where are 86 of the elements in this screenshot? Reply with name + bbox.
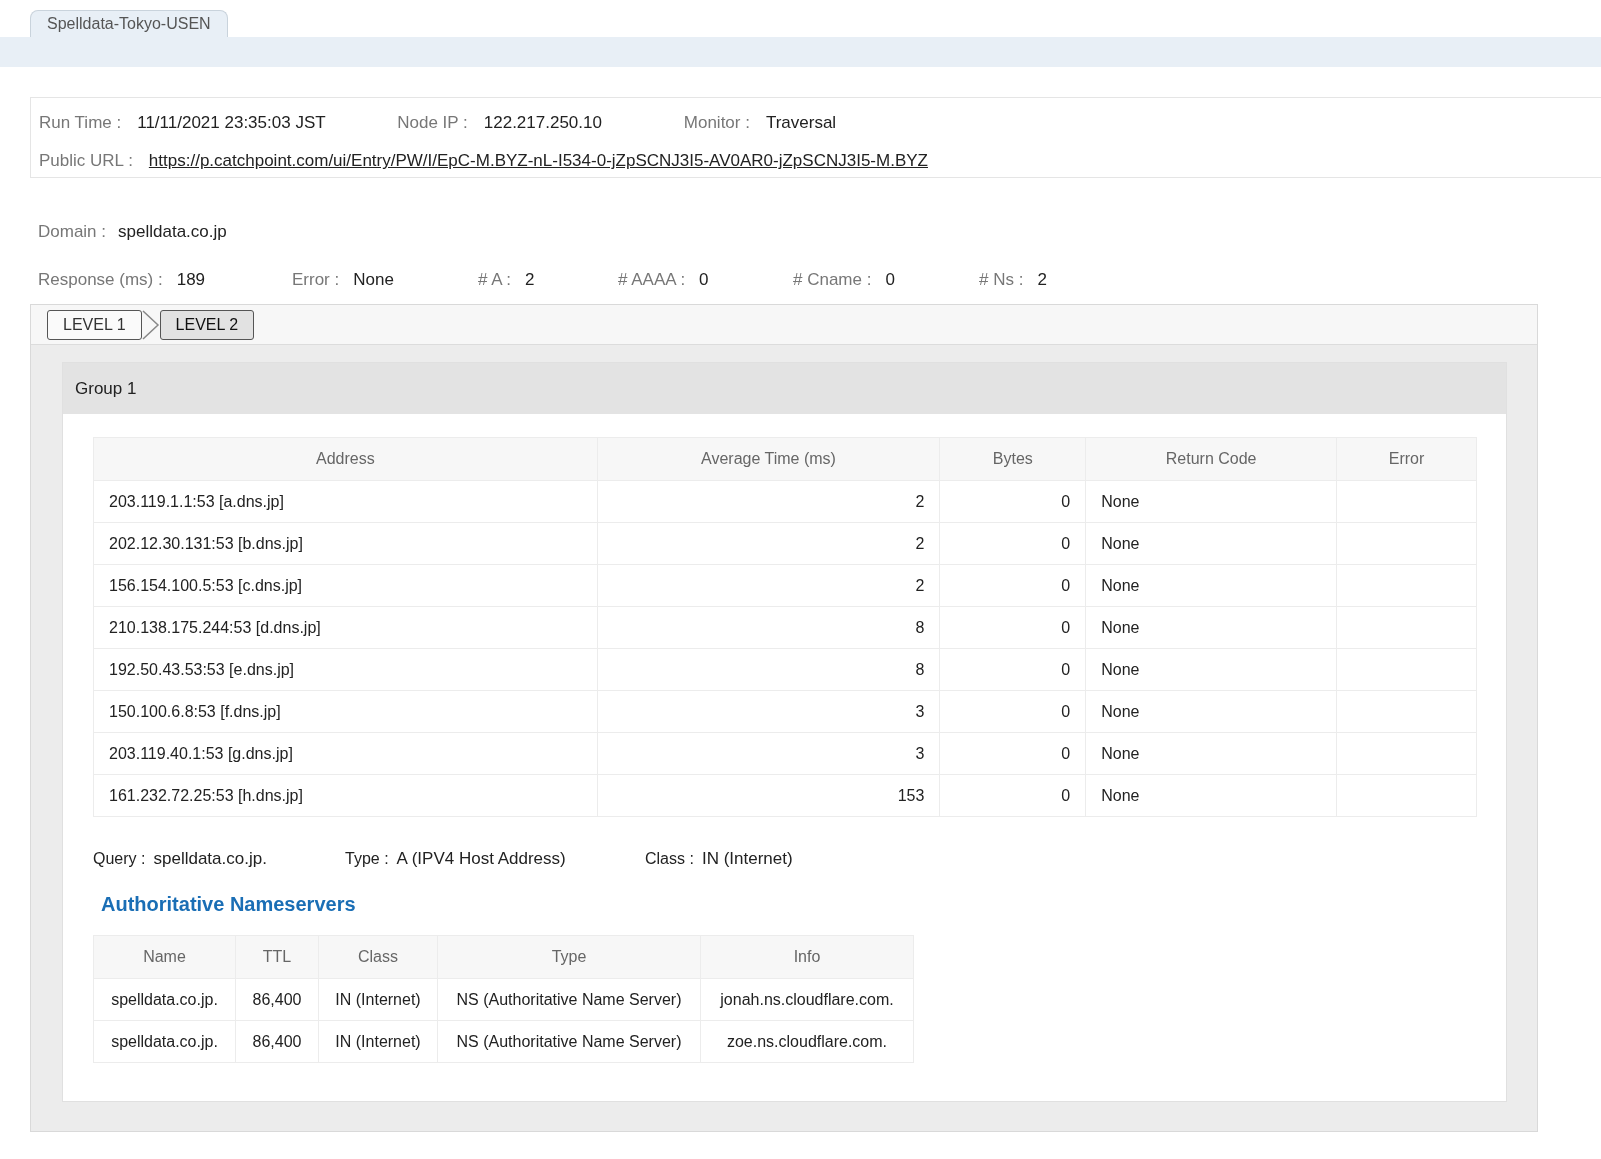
column-header: Info — [700, 935, 914, 979]
monitor-label: Monitor : — [683, 112, 750, 135]
column-header: Return Code — [1085, 437, 1337, 481]
breadcrumb-level[interactable]: LEVEL 2 — [159, 309, 255, 340]
table-cell: 2 — [597, 522, 940, 565]
query-value: spelldata.co.jp. — [153, 848, 267, 871]
column-header: Address — [93, 437, 598, 481]
column-header: Average Time (ms) — [597, 437, 940, 481]
stat-label: Error : — [292, 269, 340, 292]
table-cell: 0 — [939, 564, 1086, 607]
table-cell: 0 — [939, 522, 1086, 565]
table-cell: 153 — [597, 774, 940, 817]
table-cell: 2 — [597, 480, 940, 523]
public-url-label: Public URL : — [39, 150, 133, 173]
table-cell: zoe.ns.cloudflare.com. — [700, 1020, 914, 1063]
query-label: Class : — [645, 849, 694, 869]
table-cell: 86,400 — [235, 1020, 319, 1063]
table-cell: None — [1085, 606, 1337, 649]
stat-value: 189 — [176, 269, 206, 292]
stat-label: # AAAA : — [618, 269, 686, 292]
table-cell: spelldata.co.jp. — [93, 1020, 236, 1063]
table-cell: IN (Internet) — [318, 978, 438, 1021]
monitor-value: Traversal — [765, 112, 837, 135]
table-cell: None — [1085, 480, 1337, 523]
table-cell: 0 — [939, 690, 1086, 733]
table-cell: 210.138.175.244:53 [d.dns.jp] — [93, 606, 598, 649]
table-cell: 0 — [939, 606, 1086, 649]
table-cell: 156.154.100.5:53 [c.dns.jp] — [93, 564, 598, 607]
column-header: Class — [318, 935, 438, 979]
table-cell: IN (Internet) — [318, 1020, 438, 1063]
stat-label: # Ns : — [979, 269, 1024, 292]
stat-label: # Cname : — [793, 269, 872, 292]
table-cell: None — [1085, 522, 1337, 565]
stat-value: 2 — [525, 269, 535, 292]
stat-value: 0 — [885, 269, 895, 292]
stat-value: 2 — [1037, 269, 1047, 292]
table-cell: 0 — [939, 774, 1086, 817]
breadcrumb-level[interactable]: LEVEL 1 — [47, 309, 142, 340]
table-cell: 203.119.40.1:53 [g.dns.jp] — [93, 732, 598, 775]
table-cell: 2 — [597, 564, 940, 607]
table-cell: 0 — [939, 732, 1086, 775]
stat-label: Response (ms) : — [38, 269, 163, 292]
column-header: TTL — [235, 935, 319, 979]
table-cell: None — [1085, 648, 1337, 691]
table-cell: 3 — [597, 732, 940, 775]
section-heading: Authoritative Nameservers — [101, 892, 357, 917]
table-cell: 192.50.43.53:53 [e.dns.jp] — [93, 648, 598, 691]
table-cell: 202.12.30.131:53 [b.dns.jp] — [93, 522, 598, 565]
table-cell: 150.100.6.8:53 [f.dns.jp] — [93, 690, 598, 733]
column-header: Error — [1336, 437, 1477, 481]
run-time-value: 11/11/2021 23:35:03 JST — [137, 112, 327, 135]
table-cell: None — [1085, 774, 1337, 817]
query-label: Type : — [345, 849, 389, 869]
domain-value: spelldata.co.jp — [118, 221, 227, 244]
column-header: Bytes — [939, 437, 1086, 481]
node-ip-label: Node IP : — [397, 112, 468, 135]
table-cell: 0 — [939, 648, 1086, 691]
node-ip-value: 122.217.250.10 — [483, 112, 603, 135]
table-cell: NS (Authoritative Name Server) — [437, 978, 701, 1021]
query-value: IN (Internet) — [701, 848, 793, 871]
run-time-label: Run Time : — [39, 112, 122, 135]
table-cell: 0 — [939, 480, 1086, 523]
table-cell: 161.232.72.25:53 [h.dns.jp] — [93, 774, 598, 817]
stat-value: None — [353, 269, 394, 292]
table-cell: None — [1085, 732, 1337, 775]
public-url-link[interactable]: https://p.catchpoint.com/ui/Entry/PW/I/EpC-M.BYZ-nL-I534-0-jZpSCNJ3I5-AV0AR0-jZpSCNJ3I5-M.BYZ — [148, 148, 928, 174]
column-header: Type — [437, 935, 701, 979]
table-cell: jonah.ns.cloudflare.com. — [700, 978, 914, 1021]
table-cell: None — [1085, 564, 1337, 607]
table-cell: 203.119.1.1:53 [a.dns.jp] — [93, 480, 598, 523]
table-cell: NS (Authoritative Name Server) — [437, 1020, 701, 1063]
tab[interactable]: Spelldata-Tokyo-USEN — [30, 10, 228, 37]
stat-label: # A : — [478, 269, 512, 292]
query-label: Query : — [93, 849, 146, 869]
domain-label: Domain : — [38, 221, 107, 244]
table-cell: 86,400 — [235, 978, 319, 1021]
stat-value: 0 — [699, 269, 709, 292]
group-title: Group 1 — [63, 363, 1506, 414]
table-cell: 8 — [597, 606, 940, 649]
chevron-icon — [141, 309, 160, 340]
table-cell: spelldata.co.jp. — [93, 978, 236, 1021]
table-cell: None — [1085, 690, 1337, 733]
query-value: A (IPV4 Host Address) — [396, 848, 566, 871]
table-cell: 8 — [597, 648, 940, 691]
column-header: Name — [93, 935, 236, 979]
table-cell: 3 — [597, 690, 940, 733]
